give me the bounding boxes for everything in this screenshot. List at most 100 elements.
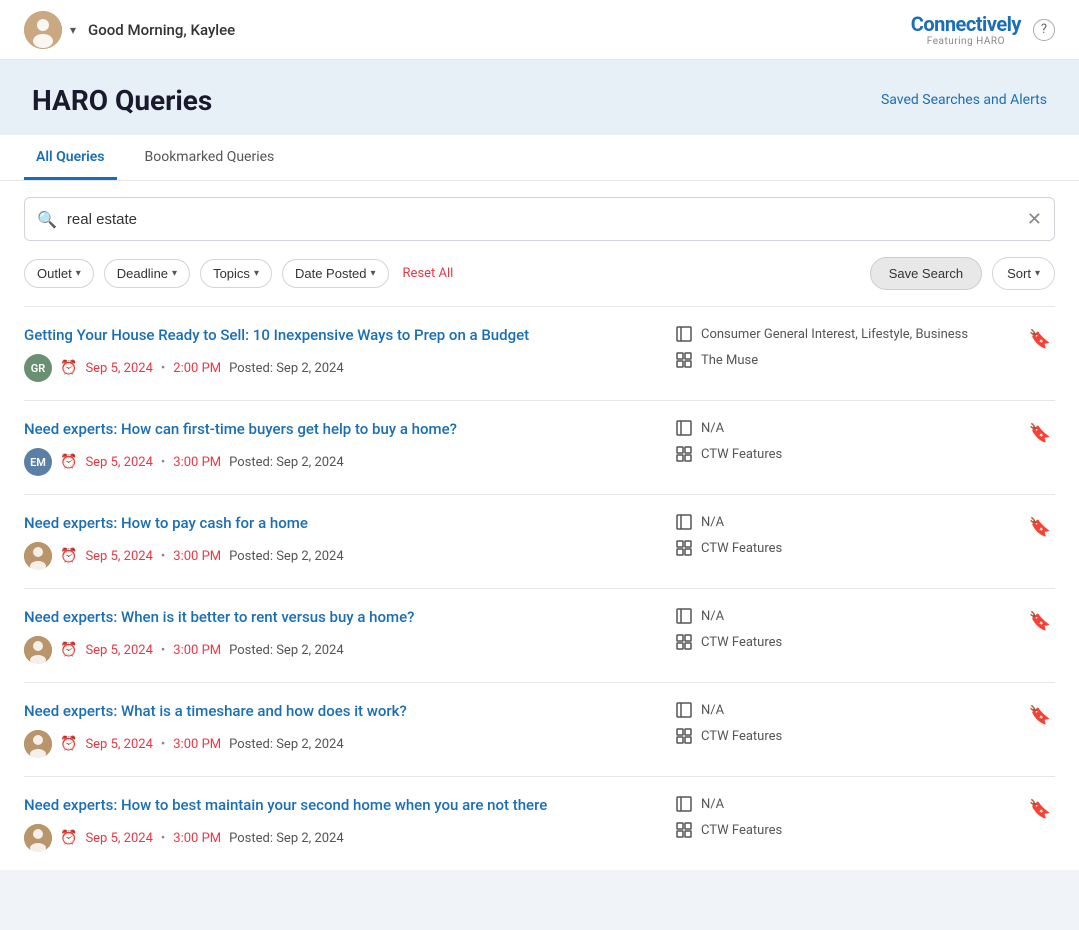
saved-searches-link[interactable]: Saved Searches and Alerts bbox=[881, 84, 1047, 108]
book-icon bbox=[675, 795, 693, 813]
author-avatar bbox=[24, 824, 52, 852]
bookmark-button[interactable]: 🔖 bbox=[1025, 795, 1055, 824]
user-menu-chevron[interactable]: ▾ bbox=[70, 23, 76, 37]
deadline-icon: ⏰ bbox=[60, 736, 77, 752]
bookmark-button[interactable]: 🔖 bbox=[1025, 607, 1055, 636]
query-title[interactable]: Getting Your House Ready to Sell: 10 Ine… bbox=[24, 325, 659, 346]
deadline-icon: ⏰ bbox=[60, 548, 77, 564]
outlet-icon bbox=[675, 633, 693, 651]
page-title: HARO Queries bbox=[32, 84, 212, 117]
category-row: N/A bbox=[675, 513, 1001, 531]
query-right: N/A CTW Features 🔖 bbox=[675, 795, 1055, 839]
reset-all-link[interactable]: Reset All bbox=[403, 266, 454, 281]
separator: • bbox=[161, 737, 165, 752]
avatar[interactable] bbox=[24, 11, 62, 49]
deadline-date: Sep 5, 2024 bbox=[85, 643, 152, 658]
outlet-icon bbox=[675, 539, 693, 557]
outlet-text: CTW Features bbox=[701, 541, 782, 556]
header: ▾ Good Morning, Kaylee Connectively Feat… bbox=[0, 0, 1079, 60]
category-text: N/A bbox=[701, 703, 724, 718]
query-right: N/A CTW Features 🔖 bbox=[675, 419, 1055, 463]
bookmark-icon: 🔖 bbox=[1029, 705, 1051, 725]
category-row: Consumer General Interest, Lifestyle, Bu… bbox=[675, 325, 1001, 343]
bookmark-icon: 🔖 bbox=[1029, 423, 1051, 443]
query-info: N/A CTW Features bbox=[675, 419, 1001, 463]
book-icon bbox=[675, 419, 693, 437]
tab-all-queries[interactable]: All Queries bbox=[24, 135, 117, 180]
deadline-date: Sep 5, 2024 bbox=[85, 361, 152, 376]
query-info: N/A CTW Features bbox=[675, 795, 1001, 839]
search-section: 🔍 ✕ bbox=[0, 181, 1079, 257]
topics-filter[interactable]: Topics ▾ bbox=[200, 259, 272, 288]
query-title[interactable]: Need experts: How to best maintain your … bbox=[24, 795, 659, 816]
save-search-button[interactable]: Save Search bbox=[870, 257, 982, 290]
query-info: N/A CTW Features bbox=[675, 513, 1001, 557]
query-main: Need experts: When is it better to rent … bbox=[24, 607, 659, 664]
outlet-row: The Muse bbox=[675, 351, 1001, 369]
date-posted-filter[interactable]: Date Posted ▾ bbox=[282, 259, 389, 288]
author-avatar bbox=[24, 542, 52, 570]
outlet-icon bbox=[675, 821, 693, 839]
deadline-date: Sep 5, 2024 bbox=[85, 549, 152, 564]
tab-bookmarked-queries[interactable]: Bookmarked Queries bbox=[133, 135, 287, 180]
posted-date: Posted: Sep 2, 2024 bbox=[229, 455, 344, 470]
brand-name: Connectively bbox=[911, 12, 1021, 36]
separator: • bbox=[161, 831, 165, 846]
outlet-icon bbox=[675, 445, 693, 463]
search-input[interactable] bbox=[67, 211, 1017, 228]
query-title[interactable]: Need experts: What is a timeshare and ho… bbox=[24, 701, 659, 722]
table-row: Need experts: How to best maintain your … bbox=[24, 776, 1055, 870]
date-posted-chevron-icon: ▾ bbox=[371, 268, 376, 279]
sort-chevron-icon: ▾ bbox=[1035, 268, 1040, 279]
separator: • bbox=[161, 549, 165, 564]
query-main: Need experts: How to best maintain your … bbox=[24, 795, 659, 852]
outlet-filter[interactable]: Outlet ▾ bbox=[24, 259, 94, 288]
category-row: N/A bbox=[675, 701, 1001, 719]
deadline-time: 3:00 PM bbox=[173, 549, 221, 564]
posted-date: Posted: Sep 2, 2024 bbox=[229, 831, 344, 846]
query-main: Need experts: How can first-time buyers … bbox=[24, 419, 659, 476]
query-title[interactable]: Need experts: When is it better to rent … bbox=[24, 607, 659, 628]
outlet-text: CTW Features bbox=[701, 823, 782, 838]
deadline-icon: ⏰ bbox=[60, 830, 77, 846]
query-list: Getting Your House Ready to Sell: 10 Ine… bbox=[0, 306, 1079, 870]
deadline-filter[interactable]: Deadline ▾ bbox=[104, 259, 190, 288]
query-right: N/A CTW Features 🔖 bbox=[675, 607, 1055, 651]
query-info: N/A CTW Features bbox=[675, 701, 1001, 745]
main-content: All Queries Bookmarked Queries 🔍 ✕ Outle… bbox=[0, 135, 1079, 870]
query-title[interactable]: Need experts: How can first-time buyers … bbox=[24, 419, 659, 440]
clear-icon[interactable]: ✕ bbox=[1027, 209, 1042, 230]
outlet-row: CTW Features bbox=[675, 539, 1001, 557]
outlet-text: CTW Features bbox=[701, 729, 782, 744]
table-row: Need experts: How to pay cash for a home… bbox=[24, 494, 1055, 588]
bookmark-icon: 🔖 bbox=[1029, 517, 1051, 537]
deadline-time: 3:00 PM bbox=[173, 455, 221, 470]
query-main: Need experts: What is a timeshare and ho… bbox=[24, 701, 659, 758]
deadline-time: 3:00 PM bbox=[173, 831, 221, 846]
sort-button[interactable]: Sort ▾ bbox=[992, 257, 1055, 290]
query-title[interactable]: Need experts: How to pay cash for a home bbox=[24, 513, 659, 534]
query-meta: EM ⏰ Sep 5, 2024 • 3:00 PM Posted: Sep 2… bbox=[24, 448, 659, 476]
category-text: N/A bbox=[701, 515, 724, 530]
book-icon bbox=[675, 325, 693, 343]
table-row: Need experts: What is a timeshare and ho… bbox=[24, 682, 1055, 776]
separator: • bbox=[161, 361, 165, 376]
outlet-icon bbox=[675, 727, 693, 745]
brand-logo: Connectively Featuring HARO bbox=[911, 12, 1021, 47]
posted-date: Posted: Sep 2, 2024 bbox=[229, 737, 344, 752]
separator: • bbox=[161, 643, 165, 658]
bookmark-button[interactable]: 🔖 bbox=[1025, 513, 1055, 542]
help-icon[interactable]: ? bbox=[1033, 19, 1055, 41]
posted-date: Posted: Sep 2, 2024 bbox=[229, 549, 344, 564]
table-row: Need experts: How can first-time buyers … bbox=[24, 400, 1055, 494]
bookmark-button[interactable]: 🔖 bbox=[1025, 419, 1055, 448]
posted-date: Posted: Sep 2, 2024 bbox=[229, 643, 344, 658]
bookmark-button[interactable]: 🔖 bbox=[1025, 325, 1055, 354]
author-avatar bbox=[24, 636, 52, 664]
brand-featuring: Featuring HARO bbox=[911, 36, 1021, 47]
bookmark-button[interactable]: 🔖 bbox=[1025, 701, 1055, 730]
query-meta: ⏰ Sep 5, 2024 • 3:00 PM Posted: Sep 2, 2… bbox=[24, 636, 659, 664]
search-icon: 🔍 bbox=[37, 210, 57, 229]
query-info: N/A CTW Features bbox=[675, 607, 1001, 651]
query-meta: ⏰ Sep 5, 2024 • 3:00 PM Posted: Sep 2, 2… bbox=[24, 730, 659, 758]
